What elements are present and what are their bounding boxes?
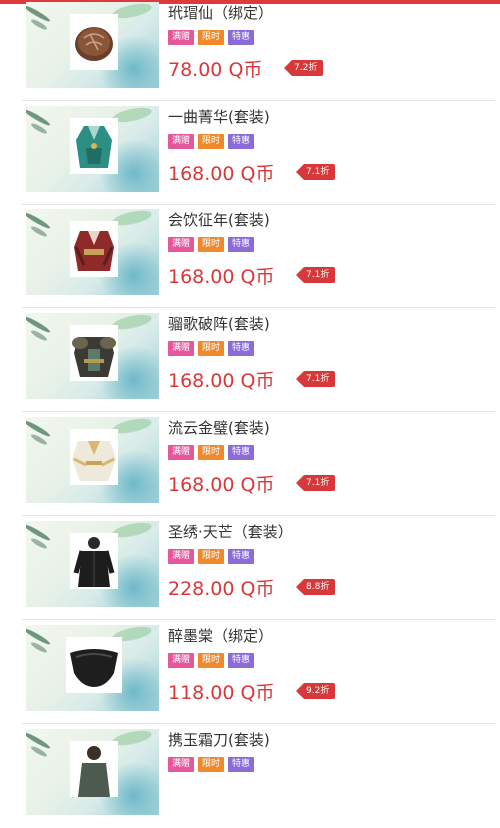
list-item[interactable]: 骝歌破阵(套装) 满赠 限时 特惠 168.00 Q币 7.1折 <box>22 309 495 412</box>
tag-special: 特惠 <box>228 134 255 149</box>
tag-group: 满赠 限时 特惠 <box>168 30 255 45</box>
tag-special: 特惠 <box>228 445 255 460</box>
list-item[interactable]: 流云金璧(套装) 满赠 限时 特惠 168.00 Q币 7.1折 <box>22 413 495 516</box>
tag-limited: 限时 <box>198 549 225 564</box>
price: 168.00 Q币 <box>168 163 275 185</box>
product-thumbnail[interactable] <box>26 209 159 295</box>
discount-badge: 9.2折 <box>296 683 336 699</box>
price: 228.00 Q币 <box>168 578 275 600</box>
black-outfit-icon <box>70 533 118 589</box>
discount-badge: 7.1折 <box>296 267 336 283</box>
product-title: 一曲菁华(套装) <box>168 108 270 126</box>
price: 78.00 Q币 <box>168 59 263 81</box>
price: 168.00 Q币 <box>168 474 275 496</box>
list-item[interactable]: 携玉霜刀(套装) 满赠 限时 特惠 <box>22 725 495 828</box>
product-title: 携玉霜刀(套装) <box>168 731 270 749</box>
product-title: 流云金璧(套装) <box>168 419 270 437</box>
product-title: 醉墨棠（绑定） <box>168 627 274 645</box>
list-item[interactable]: 醉墨棠（绑定） 满赠 限时 特惠 118.00 Q币 9.2折 <box>22 621 495 724</box>
tag-gift: 满赠 <box>168 237 195 252</box>
tag-limited: 限时 <box>198 237 225 252</box>
product-thumbnail[interactable] <box>26 521 159 607</box>
product-title: 骝歌破阵(套装) <box>168 315 270 333</box>
discount-badge: 7.1折 <box>296 475 336 491</box>
tag-gift: 满赠 <box>168 341 195 356</box>
discount-badge: 8.8折 <box>296 579 336 595</box>
tag-special: 特惠 <box>228 30 255 45</box>
list-item[interactable]: 会饮征年(套装) 满赠 限时 特惠 168.00 Q币 7.1折 <box>22 205 495 308</box>
tag-group: 满赠 限时 特惠 <box>168 757 255 772</box>
product-thumbnail[interactable] <box>26 106 159 192</box>
tag-special: 特惠 <box>228 341 255 356</box>
tag-gift: 满赠 <box>168 549 195 564</box>
product-title: 圣绣·天芒（套装） <box>168 523 293 541</box>
tag-gift: 满赠 <box>168 445 195 460</box>
swordsman-icon <box>70 741 118 797</box>
tag-group: 满赠 限时 特惠 <box>168 549 255 564</box>
tag-limited: 限时 <box>198 445 225 460</box>
price: 168.00 Q币 <box>168 266 275 288</box>
green-robe-icon <box>70 118 118 174</box>
tag-limited: 限时 <box>198 653 225 668</box>
tag-group: 满赠 限时 特惠 <box>168 134 255 149</box>
tag-group: 满赠 限时 特惠 <box>168 653 255 668</box>
product-thumbnail[interactable] <box>26 625 159 711</box>
tag-gift: 满赠 <box>168 134 195 149</box>
tag-special: 特惠 <box>228 653 255 668</box>
product-title: 玳瑁仙（绑定） <box>168 4 274 22</box>
tag-group: 满赠 限时 特惠 <box>168 341 255 356</box>
black-mask-icon <box>66 637 122 693</box>
jade-coin-icon <box>70 14 118 70</box>
product-thumbnail[interactable] <box>26 729 159 815</box>
tag-gift: 满赠 <box>168 757 195 772</box>
product-thumbnail[interactable] <box>26 417 159 503</box>
product-title: 会饮征年(套装) <box>168 211 270 229</box>
tag-special: 特惠 <box>228 237 255 252</box>
product-thumbnail[interactable] <box>26 313 159 399</box>
discount-badge: 7.1折 <box>296 164 336 180</box>
tag-limited: 限时 <box>198 30 225 45</box>
tag-limited: 限时 <box>198 341 225 356</box>
discount-badge: 7.1折 <box>296 371 336 387</box>
tag-special: 特惠 <box>228 549 255 564</box>
product-thumbnail[interactable] <box>26 2 159 88</box>
tag-limited: 限时 <box>198 757 225 772</box>
list-item[interactable]: 玳瑁仙（绑定） 满赠 限时 特惠 78.00 Q币 7.2折 <box>22 0 495 101</box>
list-item[interactable]: 一曲菁华(套装) 满赠 限时 特惠 168.00 Q币 7.1折 <box>22 102 495 205</box>
tag-group: 满赠 限时 特惠 <box>168 445 255 460</box>
tag-gift: 满赠 <box>168 30 195 45</box>
white-gold-robe-icon <box>70 429 118 485</box>
tag-gift: 满赠 <box>168 653 195 668</box>
dark-armor-icon <box>70 325 118 381</box>
discount-badge: 7.2折 <box>284 60 324 76</box>
tag-group: 满赠 限时 特惠 <box>168 237 255 252</box>
tag-special: 特惠 <box>228 757 255 772</box>
price: 118.00 Q币 <box>168 682 275 704</box>
price: 168.00 Q币 <box>168 370 275 392</box>
red-armor-icon <box>70 221 118 277</box>
list-item[interactable]: 圣绣·天芒（套装） 满赠 限时 特惠 228.00 Q币 8.8折 <box>22 517 495 620</box>
tag-limited: 限时 <box>198 134 225 149</box>
